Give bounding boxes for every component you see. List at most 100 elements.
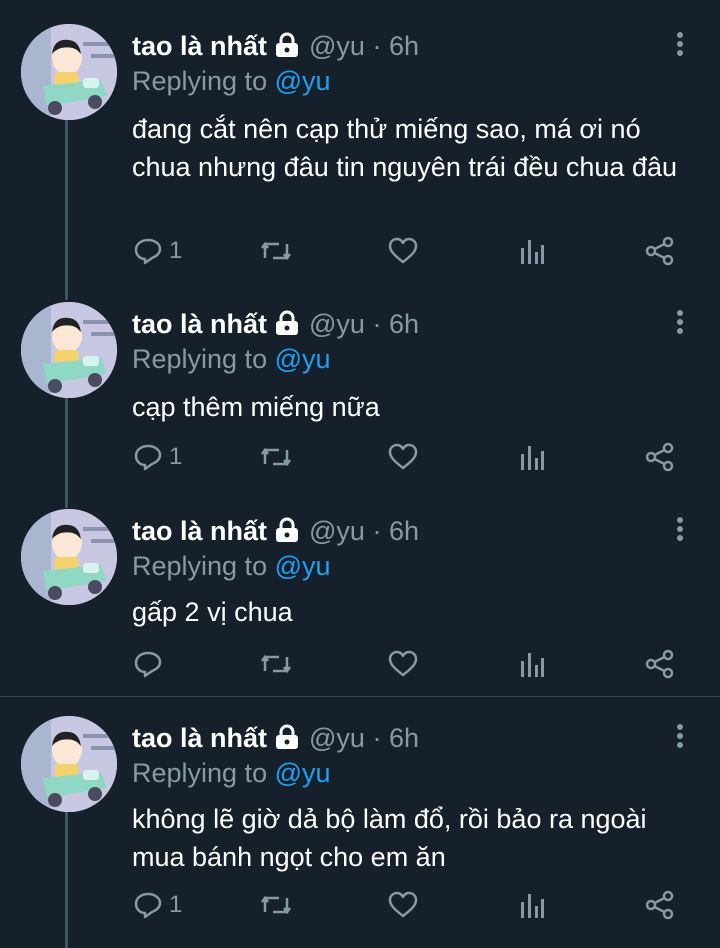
display-name[interactable]: tao là nhất: [132, 31, 267, 61]
retweet-button[interactable]: [259, 890, 293, 920]
like-button[interactable]: [388, 236, 418, 266]
tweet-text: gấp 2 vị chua: [132, 597, 293, 627]
reply-icon: [134, 892, 162, 919]
analytics-button[interactable]: [518, 236, 546, 266]
tweet-text: cạp thêm miếng nữa: [132, 392, 380, 422]
timestamp[interactable]: 6h: [389, 723, 419, 753]
analytics-icon: [521, 653, 544, 677]
replying-to: Replying to @yu: [132, 757, 331, 789]
reply-count: 1: [169, 237, 183, 264]
replying-to-handle[interactable]: @yu: [275, 66, 331, 96]
reply-button[interactable]: 1: [133, 442, 182, 472]
avatar[interactable]: [21, 509, 117, 605]
retweet-button[interactable]: [259, 236, 293, 266]
share-button[interactable]: [645, 236, 675, 266]
display-name[interactable]: tao là nhất: [132, 723, 267, 753]
more-vertical-icon[interactable]: [668, 30, 692, 60]
user-handle[interactable]: @yu: [309, 31, 365, 61]
timestamp[interactable]: 6h: [389, 31, 419, 61]
tweet-text: không lẽ giờ dả bộ làm đổ, rồi bảo ra ng…: [132, 804, 647, 872]
retweet-icon: [261, 241, 291, 261]
share-button[interactable]: [645, 649, 675, 679]
reply-button[interactable]: 1: [133, 236, 182, 266]
reply-icon: [134, 238, 162, 265]
retweet-icon: [261, 654, 291, 674]
separator-dot: ·: [372, 516, 382, 546]
analytics-button[interactable]: [518, 649, 546, 679]
avatar[interactable]: [21, 716, 117, 812]
replying-label: Replying to: [132, 551, 268, 581]
like-button[interactable]: [388, 890, 418, 920]
replying-to-handle[interactable]: @yu: [275, 551, 331, 581]
replying-to: Replying to @yu: [132, 343, 331, 375]
tweet-actions: 1: [0, 236, 720, 276]
replying-label: Replying to: [132, 66, 268, 96]
like-button[interactable]: [388, 442, 418, 472]
more-vertical-icon[interactable]: [668, 515, 692, 545]
heart-icon: [388, 650, 418, 677]
display-name[interactable]: tao là nhất: [132, 516, 267, 546]
reply-icon: [134, 651, 162, 678]
avatar[interactable]: [21, 24, 117, 120]
display-name[interactable]: tao là nhất: [132, 309, 267, 339]
separator-dot: ·: [372, 723, 382, 753]
avatar-image: [21, 509, 117, 605]
share-button[interactable]: [645, 890, 675, 920]
timestamp[interactable]: 6h: [389, 309, 419, 339]
share-icon: [645, 442, 674, 472]
share-icon: [645, 890, 674, 920]
avatar-image: [21, 302, 117, 398]
retweet-icon: [261, 447, 291, 467]
more-vertical-icon[interactable]: [668, 722, 692, 752]
tweet[interactable]: tao là nhất @yu · 6h Replying to @yu cạp …: [0, 278, 720, 488]
tweet-text: đang cắt nên cạp thử miếng sao, má ơi nó…: [132, 114, 677, 182]
retweet-button[interactable]: [259, 649, 293, 679]
avatar[interactable]: [21, 302, 117, 398]
tweet-header: tao là nhất @yu · 6h: [132, 30, 419, 65]
replying-to-handle[interactable]: @yu: [275, 344, 331, 374]
user-handle[interactable]: @yu: [309, 309, 365, 339]
user-handle[interactable]: @yu: [309, 516, 365, 546]
lock-icon: [273, 517, 301, 550]
separator-dot: ·: [372, 309, 382, 339]
lock-icon: [273, 724, 301, 757]
share-icon: [645, 236, 674, 266]
reply-count: 1: [169, 891, 183, 918]
tweet-actions: 1: [0, 442, 720, 482]
share-icon: [645, 649, 674, 679]
more-vertical-icon[interactable]: [668, 308, 692, 338]
tweet-header: tao là nhất @yu · 6h: [132, 722, 419, 757]
analytics-icon: [521, 894, 544, 918]
analytics-button[interactable]: [518, 890, 546, 920]
retweet-icon: [261, 895, 291, 915]
replying-to: Replying to @yu: [132, 550, 331, 582]
heart-icon: [388, 891, 418, 918]
replying-to: Replying to @yu: [132, 65, 331, 97]
tweet-actions: 1: [0, 890, 720, 930]
share-button[interactable]: [645, 442, 675, 472]
heart-icon: [388, 443, 418, 470]
lock-icon: [273, 310, 301, 343]
avatar-image: [21, 24, 117, 120]
retweet-button[interactable]: [259, 442, 293, 472]
like-button[interactable]: [388, 649, 418, 679]
timestamp[interactable]: 6h: [389, 516, 419, 546]
lock-icon: [273, 32, 301, 65]
tweet-actions: [0, 649, 720, 689]
replying-label: Replying to: [132, 344, 268, 374]
reply-icon: [134, 444, 162, 471]
tweet[interactable]: tao là nhất @yu · 6h Replying to @yu gấp …: [0, 485, 720, 695]
analytics-button[interactable]: [518, 442, 546, 472]
separator-dot: ·: [372, 31, 382, 61]
replying-to-handle[interactable]: @yu: [275, 758, 331, 788]
replying-label: Replying to: [132, 758, 268, 788]
reply-button[interactable]: [133, 649, 169, 679]
user-handle[interactable]: @yu: [309, 723, 365, 753]
tweet[interactable]: tao là nhất @yu · 6h Replying to @yu đang…: [0, 0, 720, 290]
analytics-icon: [521, 240, 544, 264]
tweet[interactable]: tao là nhất @yu · 6h Replying to @yu khôn…: [0, 692, 720, 948]
reply-button[interactable]: 1: [133, 890, 182, 920]
avatar-image: [21, 716, 117, 812]
analytics-icon: [521, 446, 544, 470]
heart-icon: [388, 237, 418, 264]
